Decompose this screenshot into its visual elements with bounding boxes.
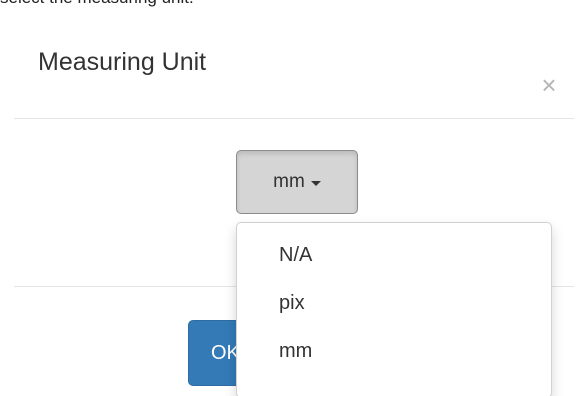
caret-down-icon: [310, 180, 321, 186]
unit-option-mm[interactable]: mm: [237, 327, 551, 375]
close-button[interactable]: ×: [534, 70, 564, 100]
unit-option-na[interactable]: N/A: [237, 231, 551, 279]
modal-title: Measuring Unit: [38, 48, 207, 76]
measuring-unit-dialog: select the measuring unit. Measuring Uni…: [0, 0, 588, 396]
unit-selected-value: mm: [273, 171, 305, 192]
unit-dropdown-menu: N/A pix mm: [236, 222, 552, 396]
unit-dropdown-toggle[interactable]: mm: [236, 150, 358, 214]
modal-header: Measuring Unit ×: [14, 0, 574, 119]
close-icon: ×: [541, 70, 557, 100]
unit-option-pix[interactable]: pix: [237, 279, 551, 327]
